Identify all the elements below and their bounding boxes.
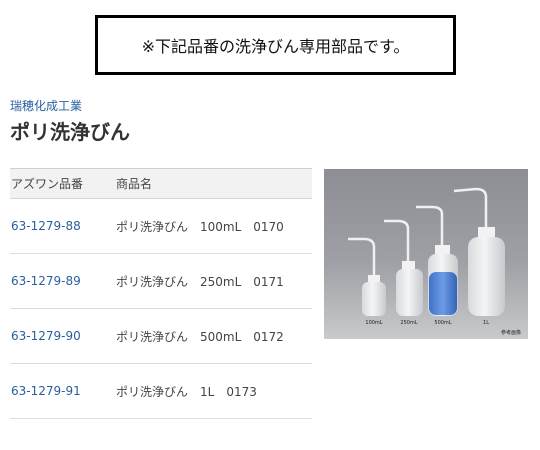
reference-image-note: 参考画像: [501, 329, 521, 336]
product-code-link[interactable]: 63-1279-90: [11, 329, 81, 343]
notice-box: ※下記品番の洗浄びん専用部品です。: [95, 15, 456, 75]
table-row: 63-1279-88 ポリ洗浄びん 100mL 0170: [10, 199, 312, 254]
product-code-link[interactable]: 63-1279-88: [11, 219, 81, 233]
product-title: ポリ洗浄びん: [10, 120, 130, 144]
notice-text: ※下記品番の洗浄びん専用部品です。: [141, 37, 410, 56]
product-name-cell: ポリ洗浄びん 250mL 0171: [116, 274, 284, 289]
code-cell: 63-1279-90: [10, 329, 116, 343]
product-table: アズワン品番 商品名 63-1279-88 ポリ洗浄びん 100mL 0170 …: [10, 168, 312, 419]
caption-1l: 1L: [483, 320, 489, 326]
table-row: 63-1279-90 ポリ洗浄びん 500mL 0172: [10, 309, 312, 364]
product-name-cell: ポリ洗浄びん 1L 0173: [116, 384, 257, 399]
maker-name: 瑞穂化成工業: [10, 99, 83, 113]
product-code-link[interactable]: 63-1279-89: [11, 274, 81, 288]
caption-500ml: 500mL: [434, 320, 451, 326]
code-cell: 63-1279-91: [10, 384, 116, 398]
bottle-1l: [453, 187, 505, 316]
caption-100ml: 100mL: [365, 320, 382, 326]
caption-250ml: 250mL: [400, 320, 417, 326]
code-cell: 63-1279-88: [10, 219, 116, 233]
product-code-link[interactable]: 63-1279-91: [11, 384, 81, 398]
table-header: アズワン品番 商品名: [10, 169, 312, 199]
product-photo: 100mL 250mL 500mL 1L 参考画像: [324, 169, 528, 339]
bottle-250ml: [384, 219, 423, 316]
bottle-100ml: [348, 237, 386, 316]
table-row: 63-1279-91 ポリ洗浄びん 1L 0173: [10, 364, 312, 419]
table-row: 63-1279-89 ポリ洗浄びん 250mL 0171: [10, 254, 312, 309]
wash-bottles-illustration: 100mL 250mL 500mL 1L 参考画像: [348, 187, 521, 336]
code-cell: 63-1279-89: [10, 274, 116, 288]
column-header-code: アズワン品番: [11, 177, 84, 191]
product-name-cell: ポリ洗浄びん 500mL 0172: [116, 329, 284, 344]
column-header-name: 商品名: [116, 177, 153, 191]
product-name-cell: ポリ洗浄びん 100mL 0170: [116, 219, 284, 234]
